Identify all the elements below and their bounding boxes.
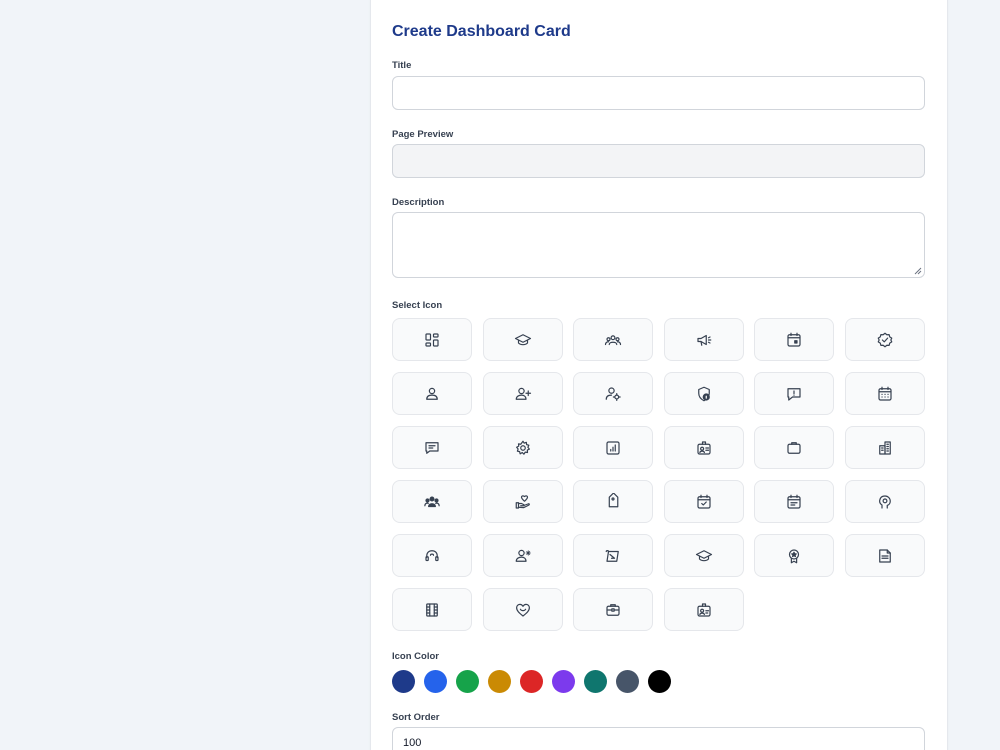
report-chart-icon bbox=[606, 440, 620, 455]
graduation-cap-icon bbox=[514, 333, 531, 345]
icon-option-film[interactable] bbox=[392, 588, 472, 631]
briefcase-icon bbox=[787, 441, 801, 454]
tag-icon bbox=[608, 492, 619, 507]
color-swatch-red[interactable] bbox=[520, 670, 543, 693]
icon-option-user-settings[interactable] bbox=[573, 372, 654, 415]
icon-option-report[interactable] bbox=[573, 426, 654, 469]
icon-option-id-card[interactable] bbox=[663, 588, 744, 631]
sort-order-value: 100 bbox=[403, 737, 422, 749]
create-card-form: Create Dashboard Card Title Page Preview… bbox=[371, 0, 947, 750]
headset-icon bbox=[425, 549, 439, 561]
icon-option-dashboard[interactable] bbox=[392, 318, 472, 361]
description-textarea[interactable] bbox=[392, 212, 925, 278]
page-preview-label: Page Preview bbox=[392, 129, 454, 140]
award-ribbon-icon bbox=[789, 548, 800, 563]
badge-check-icon bbox=[877, 332, 893, 347]
document-icon bbox=[879, 548, 891, 563]
icon-option-user[interactable] bbox=[392, 372, 472, 415]
icon-option-graduation-alt[interactable] bbox=[663, 534, 744, 577]
user-icon bbox=[426, 387, 438, 400]
icon-option-heart-hand[interactable] bbox=[482, 480, 563, 523]
dashboard-grid-icon bbox=[425, 332, 439, 347]
icon-option-calendar-event[interactable] bbox=[754, 318, 835, 361]
brain-icon bbox=[879, 494, 891, 509]
icon-option-tag[interactable] bbox=[573, 480, 654, 523]
calendar-notes-icon bbox=[787, 494, 801, 509]
icon-option-calendar-notes[interactable] bbox=[754, 480, 835, 523]
page-preview-field bbox=[392, 144, 925, 178]
icon-option-briefcase[interactable] bbox=[754, 426, 835, 469]
icon-option-graduation[interactable] bbox=[482, 318, 563, 361]
id-badge-icon bbox=[697, 440, 711, 455]
gear-icon bbox=[515, 440, 530, 455]
icon-color-label: Icon Color bbox=[392, 651, 439, 662]
icon-option-id-badge[interactable] bbox=[663, 426, 744, 469]
icon-option-heart-smile[interactable] bbox=[482, 588, 563, 631]
heart-smile-icon bbox=[515, 603, 530, 617]
icon-option-gear[interactable] bbox=[482, 426, 563, 469]
megaphone-icon bbox=[697, 334, 712, 346]
user-sparkle-icon bbox=[515, 549, 531, 562]
heart-hand-icon bbox=[515, 494, 530, 509]
select-icon-label: Select Icon bbox=[392, 300, 443, 311]
chat-message-icon bbox=[425, 441, 439, 454]
icon-option-headset[interactable] bbox=[392, 534, 472, 577]
color-picker bbox=[392, 670, 671, 693]
user-settings-icon bbox=[605, 386, 621, 401]
film-icon bbox=[426, 602, 438, 617]
icon-option-diploma[interactable] bbox=[573, 534, 654, 577]
resize-handle-icon[interactable] bbox=[914, 267, 922, 275]
sort-order-label: Sort Order bbox=[392, 712, 440, 723]
toolbox-icon bbox=[606, 603, 620, 616]
color-swatch-amber[interactable] bbox=[488, 670, 511, 693]
icon-option-badge-check[interactable] bbox=[844, 318, 925, 361]
icon-option-megaphone[interactable] bbox=[663, 318, 744, 361]
id-card-icon bbox=[697, 602, 711, 617]
calendar-grid-icon bbox=[878, 386, 892, 401]
buildings-icon bbox=[879, 440, 891, 455]
alert-message-icon bbox=[787, 387, 801, 401]
shield-info-icon bbox=[697, 386, 710, 401]
color-swatch-blue[interactable] bbox=[424, 670, 447, 693]
icon-option-calendar-check[interactable] bbox=[663, 480, 744, 523]
color-swatch-teal[interactable] bbox=[584, 670, 607, 693]
calendar-event-icon bbox=[787, 332, 801, 347]
icon-option-award[interactable] bbox=[754, 534, 835, 577]
icon-option-buildings[interactable] bbox=[844, 426, 925, 469]
title-input[interactable] bbox=[392, 76, 925, 110]
icon-option-calendar-grid[interactable] bbox=[844, 372, 925, 415]
calendar-check-icon bbox=[697, 494, 711, 509]
sort-order-input[interactable]: 100 bbox=[392, 727, 925, 750]
description-label: Description bbox=[392, 197, 445, 208]
icon-option-chat[interactable] bbox=[392, 426, 472, 469]
icon-option-document[interactable] bbox=[844, 534, 925, 577]
icon-option-user-sparkle[interactable] bbox=[482, 534, 563, 577]
color-swatch-slate[interactable] bbox=[616, 670, 639, 693]
icon-option-user-add[interactable] bbox=[482, 372, 563, 415]
icon-option-shield-info[interactable] bbox=[663, 372, 744, 415]
color-swatch-purple[interactable] bbox=[552, 670, 575, 693]
icon-option-toolbox[interactable] bbox=[573, 588, 654, 631]
form-title: Create Dashboard Card bbox=[392, 23, 571, 40]
users-group-icon bbox=[424, 496, 440, 507]
title-label: Title bbox=[392, 60, 412, 71]
diploma-icon bbox=[605, 549, 620, 562]
icon-grid bbox=[392, 318, 925, 631]
color-swatch-green[interactable] bbox=[456, 670, 479, 693]
icon-option-users-group[interactable] bbox=[392, 480, 472, 523]
user-add-icon bbox=[515, 387, 531, 400]
icon-option-brain[interactable] bbox=[844, 480, 925, 523]
icon-option-team[interactable] bbox=[573, 318, 654, 361]
icon-option-alert-message[interactable] bbox=[754, 372, 835, 415]
graduation-cap-alt-icon bbox=[695, 549, 712, 561]
color-swatch-navy[interactable] bbox=[392, 670, 415, 693]
color-swatch-black[interactable] bbox=[648, 670, 671, 693]
team-icon bbox=[605, 334, 622, 345]
